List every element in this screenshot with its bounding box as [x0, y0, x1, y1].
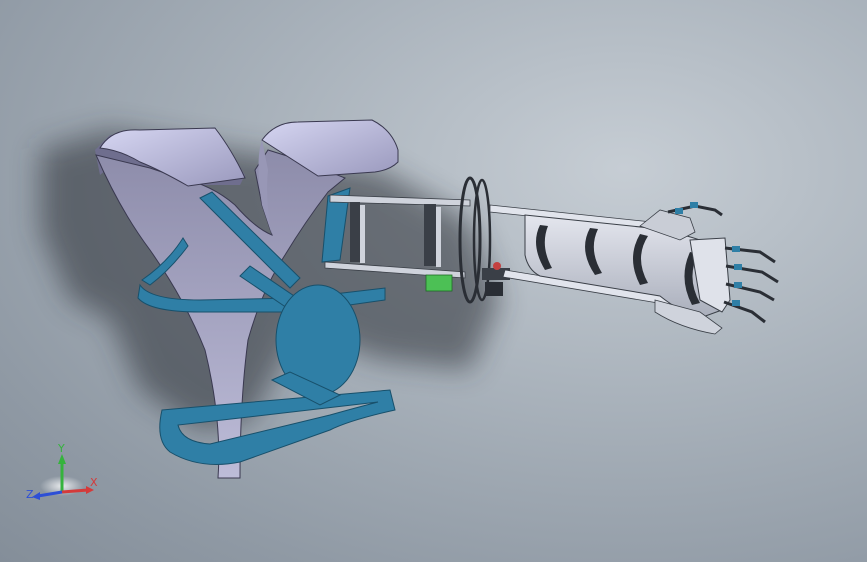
motor-green	[425, 274, 453, 292]
arm-bracket-1	[350, 202, 360, 262]
finger-middle[interactable]	[725, 264, 779, 284]
z-axis-label: Z	[26, 488, 34, 501]
arm-bracket-2	[424, 204, 436, 266]
3d-viewport[interactable]: Y X Z	[0, 0, 867, 562]
x-axis-label: X	[90, 476, 98, 489]
finger-little[interactable]	[723, 300, 766, 324]
y-axis-label: Y	[57, 442, 65, 455]
forearm-brace[interactable]	[489, 204, 723, 335]
finger-thumb[interactable]	[667, 202, 723, 217]
orientation-triad: Y X Z	[26, 442, 98, 501]
exoskeleton-model[interactable]	[0, 0, 867, 562]
finger-ring[interactable]	[725, 282, 775, 302]
finger-index[interactable]	[724, 246, 776, 264]
x-axis-icon	[61, 488, 89, 494]
